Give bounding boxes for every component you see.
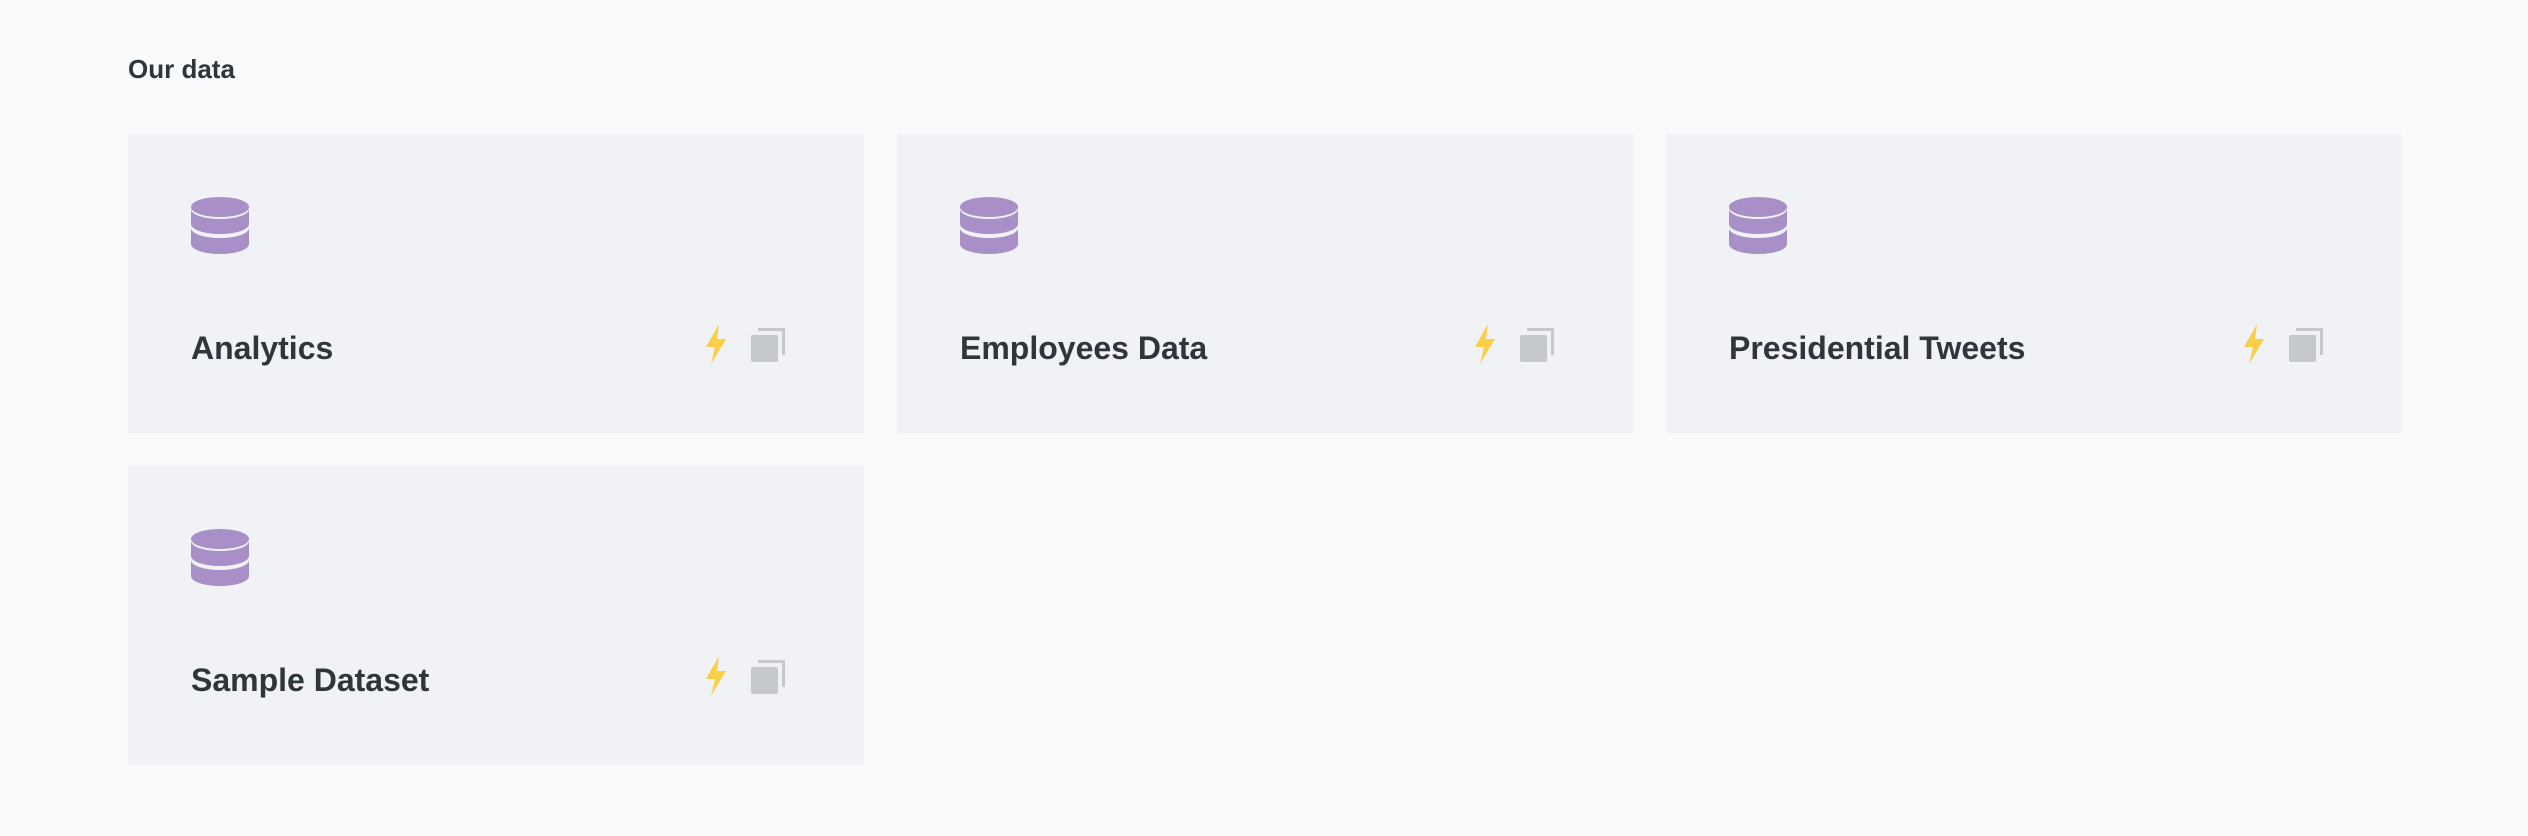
page: Our data Analytics Employees Data Presid… [0,0,2528,836]
database-icon [960,197,1018,254]
database-icon [1729,197,1787,254]
database-card-sample-dataset[interactable]: Sample Dataset [128,466,864,765]
database-name: Sample Dataset [191,662,430,698]
database-name: Employees Data [960,330,1208,366]
lightning-bolt-icon[interactable] [1471,324,1499,364]
copy-icon[interactable] [750,327,786,363]
copy-icon[interactable] [2288,327,2324,363]
database-icon [191,529,249,586]
database-name: Presidential Tweets [1729,330,2026,366]
database-card-analytics[interactable]: Analytics [128,134,864,433]
lightning-bolt-icon[interactable] [702,324,730,364]
copy-icon[interactable] [750,659,786,695]
database-grid: Analytics Employees Data Presidential Tw… [128,134,2402,765]
database-card-employees-data[interactable]: Employees Data [897,134,1633,433]
lightning-bolt-icon[interactable] [702,656,730,696]
section-title: Our data [128,54,235,84]
database-name: Analytics [191,330,334,366]
database-icon [191,197,249,254]
database-card-presidential-tweets[interactable]: Presidential Tweets [1666,134,2402,433]
lightning-bolt-icon[interactable] [2240,324,2268,364]
copy-icon[interactable] [1519,327,1555,363]
